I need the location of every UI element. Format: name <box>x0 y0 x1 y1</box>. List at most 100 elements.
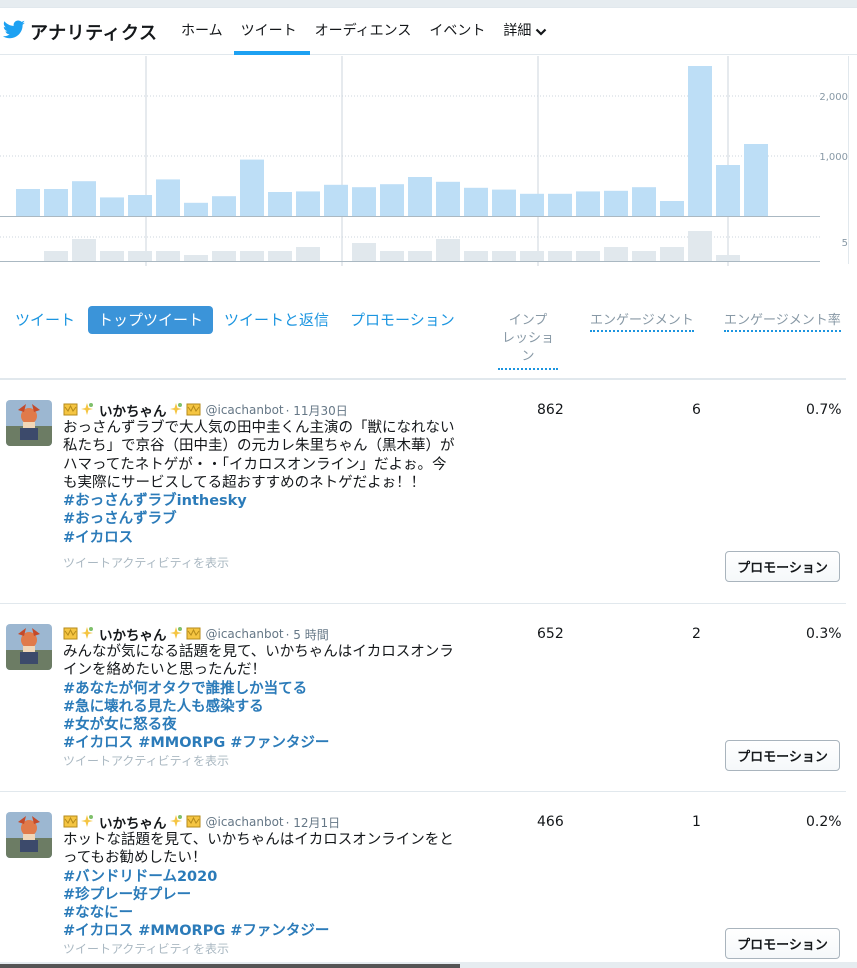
brand[interactable]: アナリティクス <box>2 18 158 46</box>
nav-more-label: 詳細 <box>503 23 532 39</box>
sparkle-icon <box>169 625 186 644</box>
col-engagements-label: エンゲージメント <box>590 313 694 332</box>
tweet-time-value: 5 時間 <box>293 627 329 642</box>
subtab-promotions[interactable]: プロモーション <box>350 306 455 334</box>
tweet-time[interactable]: · 11月30日 <box>286 402 348 419</box>
nav-active-indicator <box>234 51 310 55</box>
impressions-bar <box>212 196 236 216</box>
impressions-bar <box>660 201 684 216</box>
impressions-bar <box>296 191 320 216</box>
impressions-bar <box>604 190 628 216</box>
tweet-engagements: 6 <box>692 402 701 418</box>
nav-home[interactable]: ホーム <box>172 8 232 55</box>
sparkle-icon <box>80 813 97 832</box>
avatar[interactable] <box>6 624 52 670</box>
analytics-header: アナリティクス ホーム ツイート オーディエンス イベント 詳細 <box>0 8 857 55</box>
crown-icon <box>186 625 203 644</box>
hashtag-line[interactable]: #ななにー <box>63 904 457 922</box>
hashtag-line[interactable]: #おっさんずラブ <box>63 510 457 528</box>
tweet-header: いかちゃん @icachanbot · 5 時間 <box>63 624 329 644</box>
promote-button[interactable]: プロモーション <box>725 928 840 959</box>
impressions-bar <box>436 181 460 216</box>
col-engagement-rate[interactable]: エンゲージメント率 <box>724 312 841 332</box>
avatar[interactable] <box>6 400 52 446</box>
tweet-handle[interactable]: @icachanbot <box>206 403 284 417</box>
engagements-bar <box>688 231 712 261</box>
col-impressions-line1: インプ <box>508 313 548 328</box>
tweet-row[interactable]: いかちゃん @icachanbot · 12月1日 ホットな話題を見て、いかちゃんはイ… <box>0 792 846 968</box>
nav-tweets[interactable]: ツイート <box>232 8 306 55</box>
hashtag-line[interactable]: #イカロス <box>63 529 457 547</box>
crown-icon <box>63 401 80 420</box>
subtab-tweets[interactable]: ツイート <box>15 306 75 334</box>
engagements-bar <box>240 251 264 261</box>
top-ytick-label: 2,000 <box>819 92 848 103</box>
tweet-time[interactable]: · 12月1日 <box>286 814 341 831</box>
crown-icon <box>63 625 80 644</box>
nav-events[interactable]: イベント <box>420 8 494 55</box>
hashtag-line[interactable]: #急に壊れる見た人も感染する <box>63 698 457 716</box>
engagements-bar <box>128 251 152 261</box>
col-engagement-rate-label: エンゲージメント率 <box>724 313 841 332</box>
engagements-bar <box>492 251 516 261</box>
crown-icon <box>186 813 203 832</box>
view-activity-link[interactable]: ツイートアクティビティを表示 <box>63 940 229 957</box>
engagements-bar <box>604 247 628 261</box>
subtab-tweets-replies[interactable]: ツイートと返信 <box>224 306 329 334</box>
engagements-bar <box>184 255 208 261</box>
tweet-subtabs: ツイート トップツイート ツイートと返信 プロモーション インプ レッショ ン … <box>0 300 857 380</box>
promote-button[interactable]: プロモーション <box>725 551 840 582</box>
view-activity-link[interactable]: ツイートアクティビティを表示 <box>63 752 229 769</box>
engagements-bar <box>548 251 572 261</box>
impressions-bar <box>520 193 544 216</box>
horizontal-scrollbar[interactable] <box>0 964 460 968</box>
tweet-engagements: 2 <box>692 626 701 642</box>
hashtag-line[interactable]: #おっさんずラブinthesky <box>63 492 457 510</box>
impressions-bar <box>352 187 376 216</box>
tweet-body: ホットな話題を見て、いかちゃんはイカロスオンラインをとってもお勧めしたい！ #バン… <box>63 831 457 941</box>
promote-button[interactable]: プロモーション <box>725 740 840 771</box>
col-impressions-line2: レッショ <box>501 331 554 346</box>
impressions-bar <box>688 66 712 216</box>
tweet-handle[interactable]: @icachanbot <box>206 627 284 641</box>
nav-more[interactable]: 詳細 <box>494 8 556 55</box>
hashtag-line[interactable]: #女が女に怒る夜 <box>63 716 457 734</box>
subtab-top-tweets[interactable]: トップツイート <box>88 306 214 334</box>
impressions-bar <box>548 193 572 216</box>
crown-icon <box>186 401 203 420</box>
engagements-bar <box>436 239 460 261</box>
engagements-bar <box>716 255 740 261</box>
tweet-body: みんなが気になる話題を見て、いかちゃんはイカロスオンラインを絡めたいと思ったんだ… <box>63 643 457 753</box>
col-impressions[interactable]: インプ レッショ ン <box>498 312 558 370</box>
tweet-time[interactable]: · 5 時間 <box>286 626 329 643</box>
nav-audience[interactable]: オーディエンス <box>306 8 421 55</box>
tweet-row[interactable]: いかちゃん @icachanbot · 5 時間 みんなが気になる話題を見て、いかちゃ… <box>0 604 846 792</box>
hashtag-line[interactable]: #あなたが何オタクで誰推しか当てる <box>63 680 457 698</box>
tweet-author-name[interactable]: いかちゃん <box>99 400 167 420</box>
tweet-author-name[interactable]: いかちゃん <box>99 812 167 832</box>
tweet-handle[interactable]: @icachanbot <box>206 815 284 829</box>
twitter-bird-icon <box>2 18 26 46</box>
engagements-bar <box>268 251 292 261</box>
impressions-bar <box>716 165 740 216</box>
sparkle-icon <box>80 625 97 644</box>
avatar[interactable] <box>6 812 52 858</box>
tweet-row[interactable]: いかちゃん @icachanbot · 11月30日 おっさんずラブで大人気の田中圭く… <box>0 380 846 604</box>
view-activity-link[interactable]: ツイートアクティビティを表示 <box>63 554 229 571</box>
hashtag-line[interactable]: #珍プレー好プレー <box>63 886 457 904</box>
hashtag-line[interactable]: #イカロス #MMORPG #ファンタジー <box>63 922 457 940</box>
col-engagements[interactable]: エンゲージメント <box>590 312 694 332</box>
hashtag-line[interactable]: #イカロス #MMORPG #ファンタジー <box>63 734 457 752</box>
tweet-impressions: 862 <box>537 402 564 418</box>
tweet-author-name[interactable]: いかちゃん <box>99 624 167 644</box>
hashtag-line[interactable]: #バンドリドーム2020 <box>63 868 457 886</box>
engagements-bar <box>212 251 236 261</box>
tweet-header: いかちゃん @icachanbot · 11月30日 <box>63 400 348 420</box>
engagements-bar <box>464 251 488 261</box>
impressions-bar <box>268 192 292 216</box>
chart-svg: 1,0002,0005Nov 10Nov 17Nov 24Dec 1 <box>0 56 848 266</box>
sparkle-icon <box>169 401 186 420</box>
top-ytick-label: 1,000 <box>819 152 848 163</box>
tweet-impressions: 652 <box>537 626 564 642</box>
brand-title: アナリティクス <box>30 23 158 44</box>
